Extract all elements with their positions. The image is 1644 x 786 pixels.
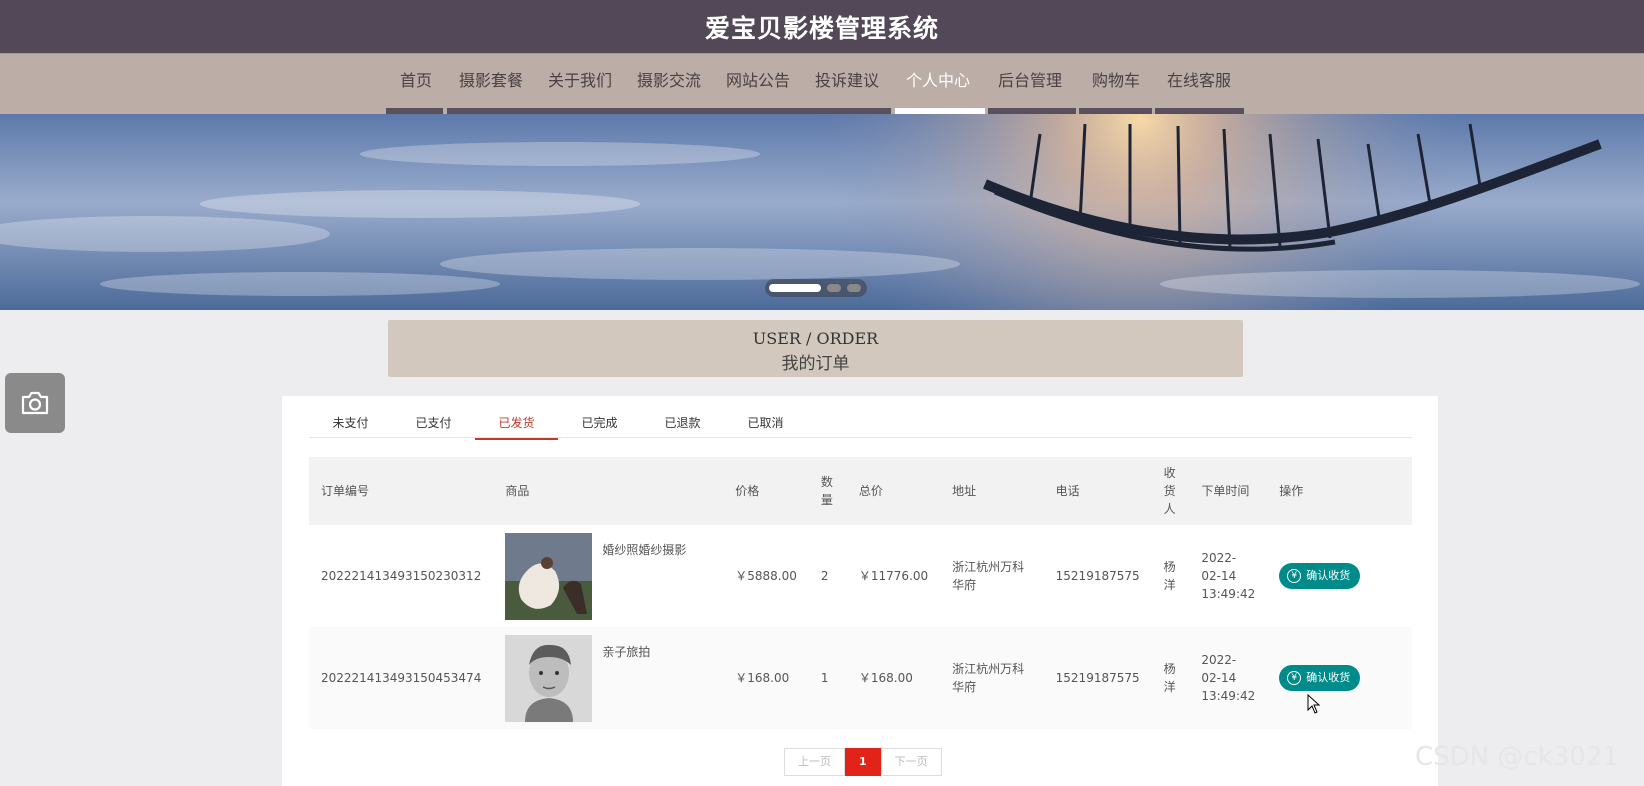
yen-icon: ¥ (1287, 569, 1302, 583)
carousel-dot-3[interactable] (847, 284, 861, 292)
nav-item-notice[interactable]: 网站公告 (722, 54, 794, 107)
pagination: 上一页 1 下一页 (784, 748, 942, 776)
site-header: 爱宝贝影楼管理系统 (0, 0, 1644, 53)
tab-shipped[interactable]: 已发货 (475, 414, 558, 440)
product-cell: 婚纱照婚纱摄影 (505, 532, 711, 620)
product-cell: 亲子旅拍 (505, 634, 711, 722)
col-header-action: 操作 (1267, 457, 1412, 525)
tab-unpaid[interactable]: 未支付 (309, 414, 392, 438)
product-name[interactable]: 婚纱照婚纱摄影 (602, 541, 686, 559)
tab-completed[interactable]: 已完成 (558, 414, 641, 438)
confirm-receipt-label: 确认收货 (1306, 671, 1351, 684)
watermark: CSDN @ck3021 (1415, 742, 1619, 772)
col-header-product: 商品 (493, 457, 724, 525)
receiver: 杨洋 (1163, 560, 1176, 592)
address: 浙江杭州万科华府 (940, 627, 1044, 729)
nav-item-about[interactable]: 关于我们 (544, 54, 616, 107)
mouse-cursor-icon (1307, 694, 1321, 714)
page-1-button[interactable]: 1 (845, 748, 881, 776)
main-nav: 首页 摄影套餐 关于我们 摄影交流 网站公告 投诉建议 个人中心 后台管理 购物… (0, 53, 1644, 115)
section-heading-en: USER / ORDER (752, 329, 879, 348)
quantity: 2 (820, 569, 829, 583)
table-row: 202221413493150453474 亲子旅拍 ￥168.00 1 ￥16… (309, 627, 1412, 729)
col-header-address: 地址 (940, 457, 1044, 525)
tab-refunded[interactable]: 已退款 (641, 414, 724, 438)
orders-panel: 未支付 已支付 已发货 已完成 已退款 已取消 订单编号 商品 价格 数量 总价… (282, 396, 1438, 786)
product-thumbnail[interactable] (505, 634, 593, 722)
phone: 15219187575 (1055, 569, 1140, 583)
carousel-dot-2[interactable] (827, 284, 841, 292)
order-number: 202221413493150453474 (309, 627, 494, 729)
confirm-receipt-label: 确认收货 (1306, 569, 1351, 582)
product-thumbnail[interactable] (505, 532, 593, 620)
receiver: 杨洋 (1151, 627, 1190, 729)
total-price: ￥168.00 (846, 627, 941, 729)
col-header-time: 下单时间 (1189, 457, 1268, 525)
confirm-receipt-button[interactable]: ¥ 确认收货 (1279, 563, 1361, 589)
next-page-button[interactable]: 下一页 (880, 748, 942, 776)
table-header-row: 订单编号 商品 价格 数量 总价 地址 电话 收货人 下单时间 操作 (309, 457, 1412, 525)
carousel-indicators (765, 279, 867, 297)
col-header-qty: 数量 (808, 457, 847, 525)
col-header-receiver: 收货人 (1151, 457, 1190, 525)
orders-table: 订单编号 商品 价格 数量 总价 地址 电话 收货人 下单时间 操作 20222… (309, 457, 1412, 729)
nav-item-support[interactable]: 在线客服 (1163, 54, 1235, 107)
order-status-tabs: 未支付 已支付 已发货 已完成 已退款 已取消 (309, 414, 1412, 440)
nav-item-packages[interactable]: 摄影套餐 (455, 54, 527, 107)
yen-icon: ¥ (1287, 671, 1302, 685)
phone: 15219187575 (1043, 627, 1152, 729)
site-title: 爱宝贝影楼管理系统 (704, 13, 939, 43)
nav-item-user-center[interactable]: 个人中心 (902, 54, 974, 107)
address: 浙江杭州万科华府 (952, 560, 1025, 592)
screenshot-button[interactable] (5, 373, 65, 433)
total-price: ￥11776.00 (858, 569, 929, 583)
section-heading-zh: 我的订单 (781, 354, 850, 374)
nav-item-cart[interactable]: 购物车 (1080, 54, 1152, 107)
tab-cancelled[interactable]: 已取消 (724, 414, 807, 438)
quantity: 1 (808, 627, 847, 729)
tab-paid[interactable]: 已支付 (392, 414, 475, 438)
carousel-dot-1[interactable] (769, 284, 821, 292)
price: ￥168.00 (723, 627, 809, 729)
col-header-total: 总价 (846, 457, 941, 525)
order-time: 2022-02-14 13:49:42 (1189, 627, 1268, 729)
prev-page-button[interactable]: 上一页 (784, 748, 845, 776)
camera-icon (21, 391, 49, 415)
product-name[interactable]: 亲子旅拍 (602, 643, 650, 661)
section-heading: USER / ORDER 我的订单 (388, 320, 1243, 377)
col-header-order-no: 订单编号 (309, 457, 494, 525)
order-time: 2022-02-14 13:49:42 (1201, 551, 1256, 601)
col-header-phone: 电话 (1043, 457, 1152, 525)
price: ￥5888.00 (735, 569, 797, 583)
nav-item-home[interactable]: 首页 (390, 54, 442, 107)
nav-item-admin[interactable]: 后台管理 (994, 54, 1066, 107)
nav-item-complaints[interactable]: 投诉建议 (811, 54, 883, 107)
table-row: 20222141349315023031​2 婚纱照婚纱摄影 ￥5888.00 (309, 525, 1412, 627)
order-number: 20222141349315023031​2 (321, 569, 482, 583)
confirm-receipt-button[interactable]: ¥ 确认收货 (1279, 665, 1361, 691)
col-header-price: 价格 (723, 457, 809, 525)
nav-item-exchange[interactable]: 摄影交流 (633, 54, 705, 107)
